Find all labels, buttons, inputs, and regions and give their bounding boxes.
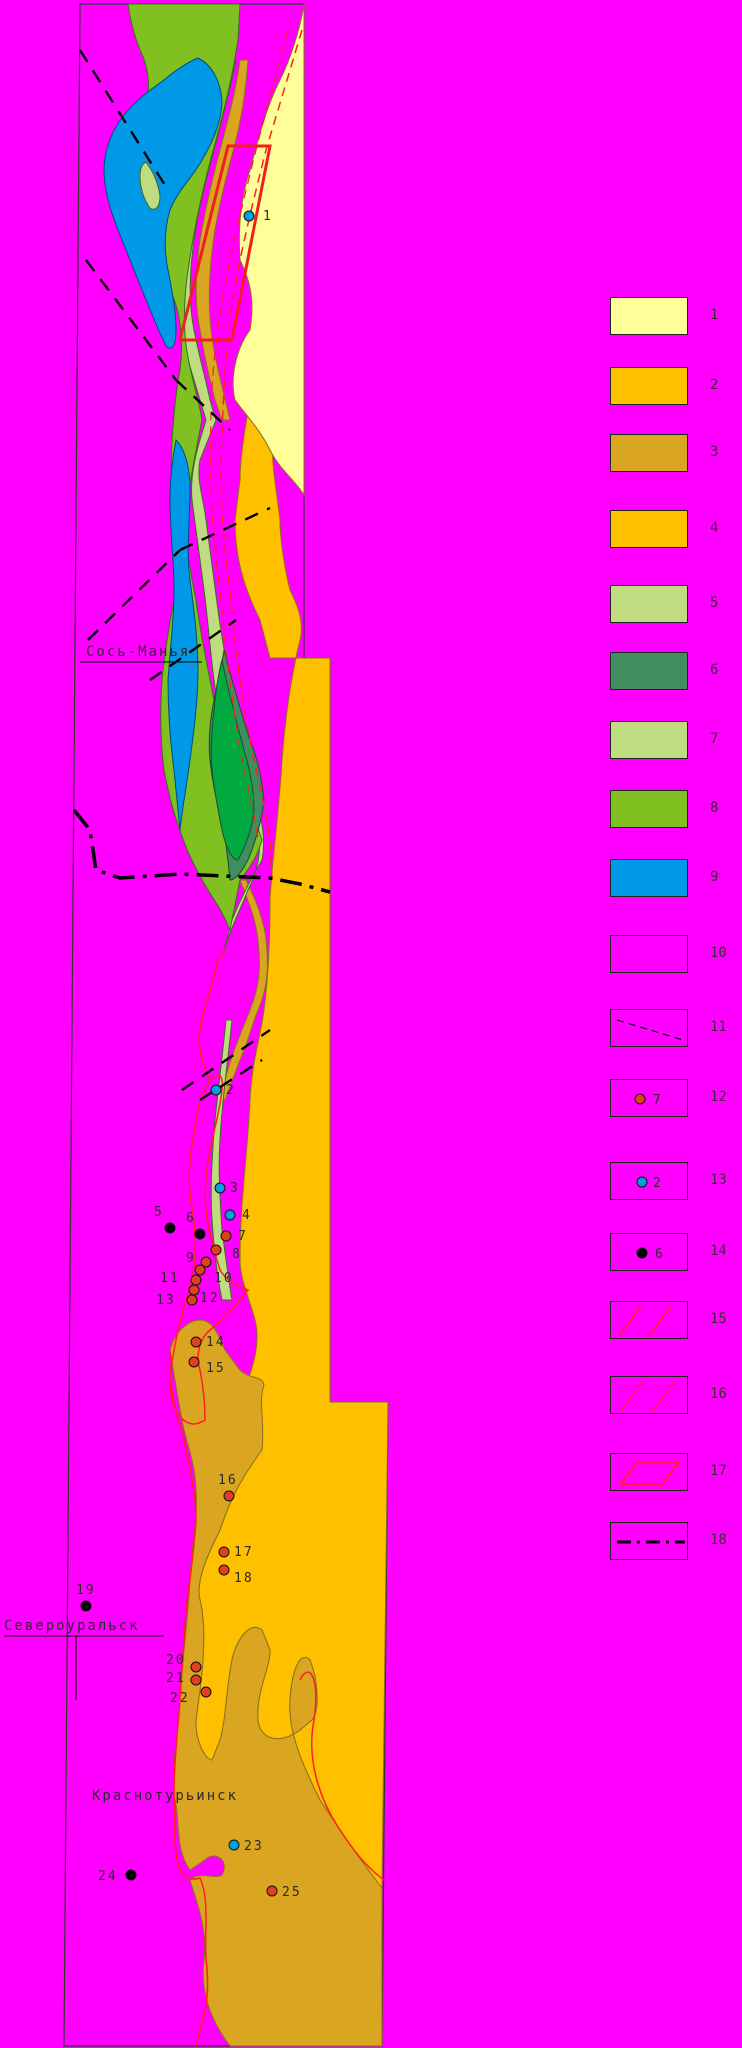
legend-num-8: 8	[710, 800, 719, 816]
site-14-label: 14	[206, 1335, 226, 1350]
site-12-label: 12	[200, 1291, 220, 1306]
legend-swatch-4	[610, 510, 688, 548]
site-6-point: 6	[186, 1211, 206, 1240]
legend-swatch-1	[610, 297, 688, 335]
legend-swatch-3	[610, 434, 688, 472]
legend-item-7: 7	[610, 721, 740, 761]
site-20-label: 20	[166, 1653, 186, 1668]
legend-swatch-2	[610, 367, 688, 405]
legend-swatch-5	[610, 585, 688, 623]
legend-num-17: 17	[710, 1463, 727, 1479]
site-25-label: 25	[282, 1885, 302, 1900]
south-town-label: Краснотурьинск	[92, 1788, 238, 1804]
legend-item-9: 9	[610, 859, 740, 899]
site-1-label: 1	[263, 209, 273, 224]
legend-num-2: 2	[710, 377, 719, 393]
legend-swatch-14: 6	[610, 1233, 688, 1271]
legend-swatch-6	[610, 652, 688, 690]
site-16-label: 16	[218, 1473, 238, 1488]
site-11-point: 11	[160, 1271, 202, 1286]
site-17-label: 17	[234, 1545, 254, 1560]
legend-num-6: 6	[710, 662, 719, 678]
site-15-label: 15	[206, 1361, 226, 1376]
legend-14-point-label: 6	[655, 1247, 663, 1262]
legend-item-15: 15	[610, 1301, 740, 1341]
legend-swatch-9	[610, 859, 688, 897]
legend-num-11: 11	[710, 1019, 727, 1035]
legend-num-18: 18	[710, 1532, 727, 1548]
site-5-label: 5	[154, 1205, 164, 1220]
site-9-point: 9	[186, 1251, 212, 1268]
legend-item-3: 3	[610, 434, 740, 474]
site-2-label: 2	[226, 1083, 236, 1098]
legend-num-5: 5	[710, 595, 719, 611]
legend-item-12: 7 12	[610, 1079, 740, 1119]
legend-item-4: 4	[610, 510, 740, 550]
site-6-label: 6	[186, 1211, 196, 1226]
legend-num-16: 16	[710, 1386, 727, 1402]
legend-num-4: 4	[710, 520, 719, 536]
site-19-label: 19	[76, 1583, 96, 1598]
legend-swatch-8	[610, 790, 688, 828]
site-18-label: 18	[234, 1571, 254, 1586]
site-10-point: 10	[194, 1264, 234, 1286]
site-23-label: 23	[244, 1839, 264, 1854]
legend-item-11: 11	[610, 1009, 740, 1049]
legend-swatch-13: 2	[610, 1162, 688, 1200]
legend-swatch-7	[610, 721, 688, 759]
legend-item-8: 8	[610, 790, 740, 830]
mid-town-label: Североуральск	[4, 1618, 140, 1634]
legend-item-6: 6	[610, 652, 740, 692]
site-4-point: 4	[224, 1208, 252, 1223]
legend-13-point-label: 2	[653, 1176, 661, 1191]
site-9-label: 9	[186, 1251, 196, 1266]
legend-item-2: 2	[610, 367, 740, 407]
legend-num-14: 14	[710, 1243, 727, 1259]
site-24-point: 24	[98, 1869, 137, 1884]
legend-item-18: 18	[610, 1522, 740, 1562]
legend-num-10: 10	[710, 945, 727, 961]
site-3-label: 3	[230, 1181, 240, 1196]
legend-item-10: 10	[610, 935, 740, 975]
legend-num-15: 15	[710, 1311, 727, 1327]
legend-swatch-12: 7	[610, 1079, 688, 1117]
site-5-point: 5	[154, 1205, 176, 1234]
site-22-label: 22	[170, 1691, 190, 1706]
site-21-label: 21	[166, 1671, 186, 1686]
legend-item-17: 17	[610, 1453, 740, 1493]
legend-swatch-15	[610, 1301, 688, 1339]
legend-swatch-17	[610, 1453, 688, 1491]
legend-item-13: 2 13	[610, 1162, 740, 1202]
site-10-label: 10	[214, 1271, 234, 1286]
site-13-label: 13	[156, 1293, 176, 1308]
site-19-point: 19	[76, 1583, 96, 1612]
site-7-point: 7	[220, 1229, 248, 1244]
legend-num-9: 9	[710, 869, 719, 885]
site-24-label: 24	[98, 1869, 118, 1884]
legend-item-1: 1	[610, 297, 740, 337]
legend-num-12: 12	[710, 1089, 727, 1105]
legend-swatch-10	[610, 935, 688, 973]
legend-item-14: 6 14	[610, 1233, 740, 1273]
legend-12-point-label: 7	[653, 1093, 661, 1108]
legend-swatch-18	[610, 1522, 688, 1560]
site-8-label: 8	[232, 1247, 242, 1262]
north-town-label: Сось-Манья	[86, 644, 190, 660]
legend-num-7: 7	[710, 731, 719, 747]
site-7-label: 7	[238, 1229, 248, 1244]
legend-swatch-11	[610, 1009, 688, 1047]
legend-num-13: 13	[710, 1172, 727, 1188]
legend-item-5: 5	[610, 585, 740, 625]
legend-item-16: 16	[610, 1376, 740, 1416]
legend-num-3: 3	[710, 444, 719, 460]
site-13-point: 13	[156, 1293, 198, 1308]
legend-num-1: 1	[710, 307, 719, 323]
site-11-label: 11	[160, 1271, 180, 1286]
site-4-label: 4	[242, 1208, 252, 1223]
legend-swatch-16	[610, 1376, 688, 1414]
unit-orange	[195, 329, 389, 1890]
